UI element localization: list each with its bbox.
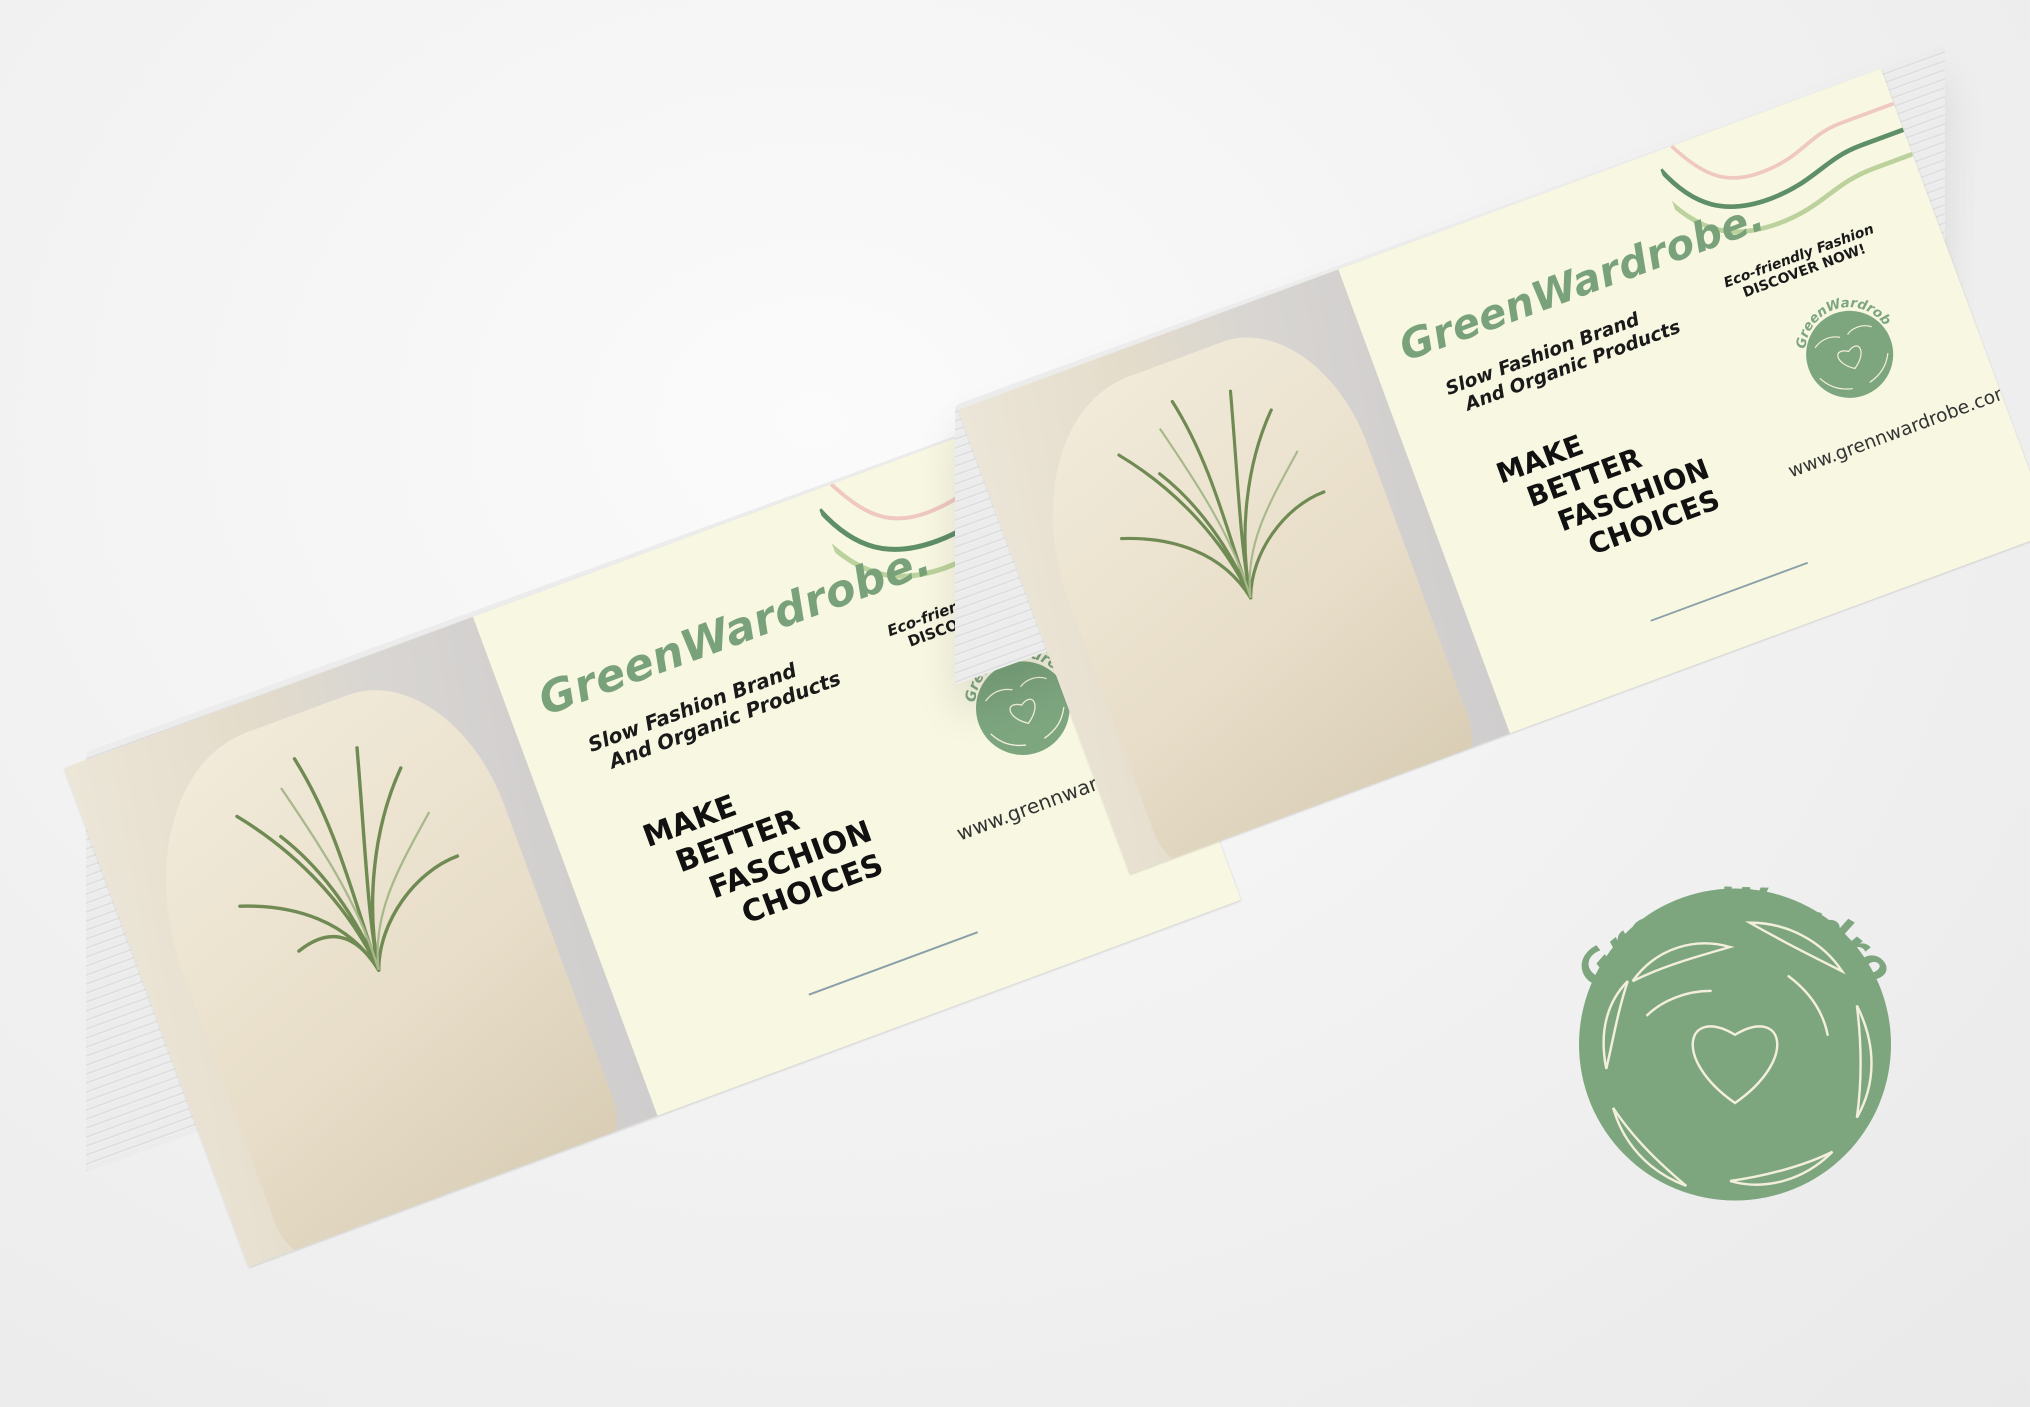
- card-divider: [1650, 561, 1809, 622]
- mockup-scene: GreenWardrobe. Slow Fashion Brand And Or…: [0, 0, 2030, 1407]
- brand-logo: GreenWardrobe.: [1540, 830, 1903, 1201]
- card-divider: [808, 931, 979, 996]
- business-card-right: GreenWardrobe. Slow Fashion Brand And Or…: [958, 68, 2030, 875]
- card-logo-badge: GreenWardrobe.: [1770, 271, 1895, 398]
- card-headline: MAKE BETTER FASCHION CHOICES: [638, 748, 889, 955]
- card-headline: MAKE BETTER FASCHION CHOICES: [1492, 391, 1725, 584]
